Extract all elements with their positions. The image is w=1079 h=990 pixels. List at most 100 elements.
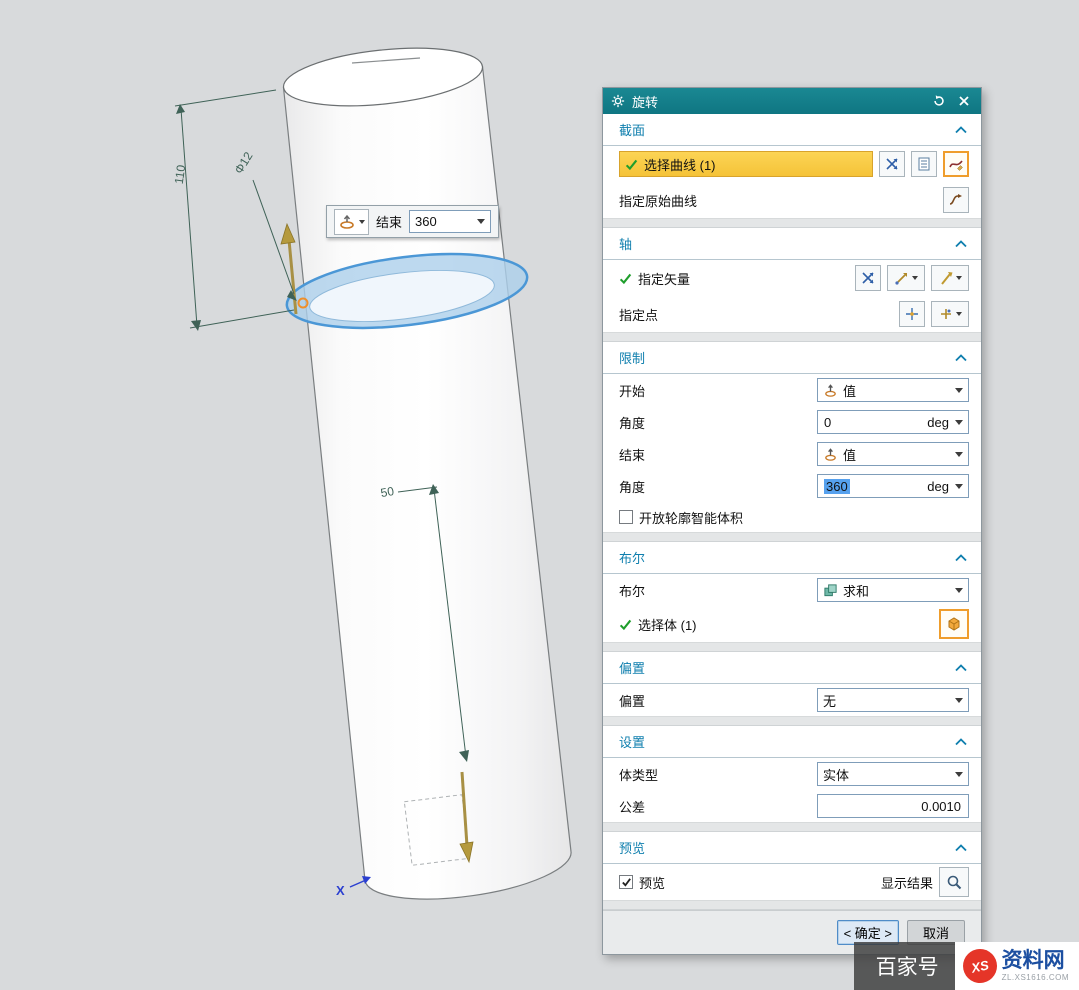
select-curve-highlight[interactable]: 选择曲线 (1) [619, 151, 873, 177]
section-title: 截面 [619, 120, 645, 139]
boolean-value: 求和 [843, 581, 950, 600]
vector-dialog-button[interactable] [887, 265, 925, 291]
value-option-icon [823, 447, 838, 462]
start-method-value: 值 [843, 381, 950, 400]
end-angle-label: 角度 [619, 477, 645, 496]
section-divider [603, 332, 981, 342]
watermark-logo: XS 资料网 ZL.XS1616.COM [955, 942, 1079, 990]
dialog-title: 旋转 [632, 92, 923, 111]
body-type-row: 体类型 实体 [603, 758, 981, 790]
dimension-110-label: 110 [172, 164, 189, 185]
end-method-dropdown[interactable]: 值 [817, 442, 969, 466]
reset-button[interactable] [930, 92, 948, 110]
start-method-dropdown[interactable]: 值 [817, 378, 969, 402]
curve-select-mode-button[interactable] [943, 151, 969, 177]
section-divider [603, 532, 981, 542]
open-profile-checkbox[interactable] [619, 510, 633, 524]
point-icon [938, 306, 954, 322]
dimension-110[interactable] [175, 90, 294, 331]
open-profile-row: 开放轮廓智能体积 [603, 502, 981, 532]
select-body-row: 选择体 (1) [603, 606, 981, 642]
section-header-settings[interactable]: 设置 [603, 726, 981, 758]
point-dialog-icon [904, 306, 920, 322]
chevron-up-icon[interactable] [955, 240, 967, 248]
curve-list-button[interactable] [911, 151, 937, 177]
dimension-phi12-label: Φ12 [232, 149, 256, 176]
start-angle-label: 角度 [619, 413, 645, 432]
preview-row: 预览 显示结果 [603, 864, 981, 900]
magnifier-icon [945, 873, 963, 891]
dropdown-caret-icon [955, 772, 963, 777]
reverse-vector-button[interactable] [855, 265, 881, 291]
start-row: 开始 值 [603, 374, 981, 406]
revolve-icon [338, 213, 356, 231]
end-method-value: 值 [843, 445, 950, 464]
vector-method-dropdown[interactable] [931, 265, 969, 291]
selection-filter-button[interactable] [879, 151, 905, 177]
preview-label: 预览 [639, 873, 665, 892]
revolve-option-dropdown[interactable] [334, 209, 369, 235]
checkmark-icon [621, 877, 632, 888]
dropdown-caret-icon [955, 484, 963, 489]
chevron-up-icon[interactable] [955, 664, 967, 672]
xs-logo-icon: XS [959, 946, 999, 986]
start-angle-value[interactable]: 0 [821, 415, 923, 430]
select-body-label: 选择体 (1) [638, 615, 697, 634]
angle-unit: deg [927, 479, 949, 494]
tolerance-input[interactable]: 0.0010 [817, 794, 969, 818]
body-type-dropdown[interactable]: 实体 [817, 762, 969, 786]
preview-checkbox[interactable] [619, 875, 633, 889]
end-angle-dropdown[interactable]: 360 [409, 210, 491, 233]
end-angle-input[interactable]: 360 deg [817, 474, 969, 498]
offset-row: 偏置 无 [603, 684, 981, 716]
logo-name: 资料网 [1002, 950, 1069, 971]
end-angle-value[interactable]: 360 [824, 479, 850, 494]
boolean-label: 布尔 [619, 581, 645, 600]
logo-url: ZL.XS1616.COM [1002, 974, 1069, 982]
offset-dropdown[interactable]: 无 [817, 688, 969, 712]
chevron-up-icon[interactable] [955, 126, 967, 134]
origin-curve-button[interactable] [943, 187, 969, 213]
select-body-button[interactable] [939, 609, 969, 639]
section-header-boolean[interactable]: 布尔 [603, 542, 981, 574]
dropdown-caret-icon [955, 698, 963, 703]
start-label: 开始 [619, 381, 645, 400]
origin-curve-label: 指定原始曲线 [619, 191, 697, 210]
point-method-dropdown[interactable] [931, 301, 969, 327]
offset-value: 无 [823, 691, 950, 710]
close-button[interactable] [955, 92, 973, 110]
section-header-profile[interactable]: 截面 [603, 114, 981, 146]
boolean-dropdown[interactable]: 求和 [817, 578, 969, 602]
watermark-brand: 百家号 [876, 951, 939, 981]
section-header-offset[interactable]: 偏置 [603, 652, 981, 684]
start-angle-input[interactable]: 0 deg [817, 410, 969, 434]
specify-vector-row: 指定矢量 [603, 260, 981, 296]
cylinder-body[interactable] [284, 67, 572, 900]
select-curve-row: 选择曲线 (1) [603, 146, 981, 182]
show-result-button[interactable] [939, 867, 969, 897]
section-divider [603, 218, 981, 228]
boolean-row: 布尔 求和 [603, 574, 981, 606]
select-curve-label: 选择曲线 (1) [644, 155, 716, 174]
section-header-limits[interactable]: 限制 [603, 342, 981, 374]
origin-curve-row: 指定原始曲线 [603, 182, 981, 218]
dropdown-caret-icon [477, 219, 485, 224]
chevron-up-icon[interactable] [955, 844, 967, 852]
body-type-label: 体类型 [619, 765, 658, 784]
chevron-up-icon[interactable] [955, 738, 967, 746]
list-icon [916, 156, 932, 172]
dropdown-caret-icon [912, 276, 918, 280]
reset-icon [932, 94, 946, 108]
specify-point-row: 指定点 [603, 296, 981, 332]
solid-body-icon [945, 615, 963, 633]
dimension-50-label: 50 [380, 484, 396, 500]
section-header-axis[interactable]: 轴 [603, 228, 981, 260]
section-divider [603, 642, 981, 652]
chevron-up-icon[interactable] [955, 354, 967, 362]
unite-icon [823, 583, 838, 598]
point-dialog-button[interactable] [899, 301, 925, 327]
dialog-titlebar[interactable]: 旋转 [603, 88, 981, 114]
section-header-preview[interactable]: 预览 [603, 832, 981, 864]
chevron-up-icon[interactable] [955, 554, 967, 562]
dropdown-caret-icon [955, 452, 963, 457]
